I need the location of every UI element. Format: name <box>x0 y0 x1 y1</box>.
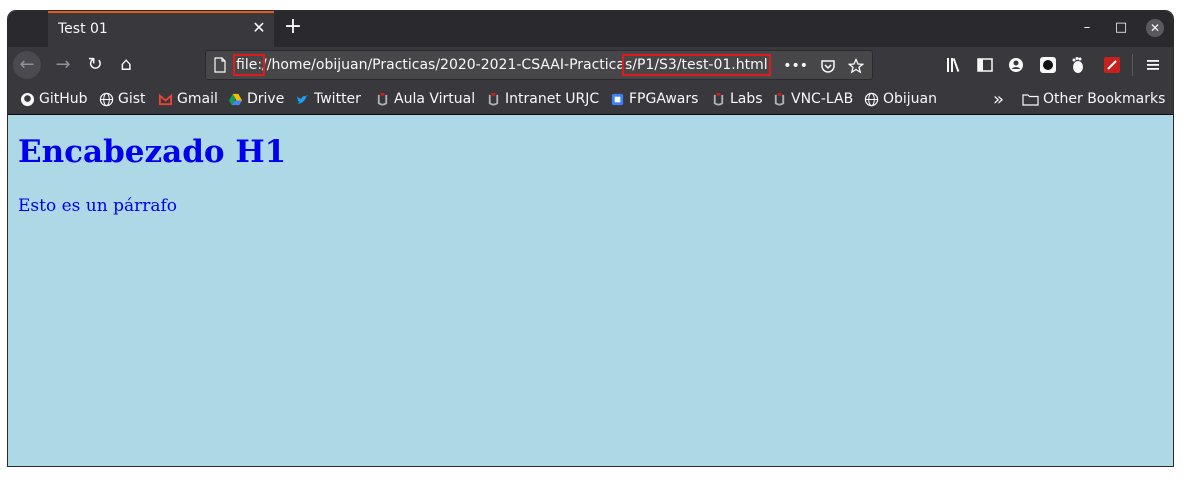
close-window-button[interactable]: ✕ <box>1146 19 1164 37</box>
bookmark-gist[interactable]: Gist <box>99 89 146 109</box>
url-scheme-highlight: file: <box>232 54 266 76</box>
bookmark-twitter[interactable]: Twitter <box>295 89 361 109</box>
twitter-icon <box>295 92 310 107</box>
tab-strip: Test 01 ✕ + – □ ✕ <box>8 11 1173 47</box>
page-heading: Encabezado H1 <box>18 134 287 170</box>
new-tab-button[interactable]: + <box>282 16 304 38</box>
bookmark-label: Aula Virtual <box>394 91 476 107</box>
bookmark-label: Gmail <box>177 91 218 107</box>
globe-icon <box>864 92 879 107</box>
home-button[interactable]: ⌂ <box>112 51 140 79</box>
gmail-icon <box>158 92 173 107</box>
url-actions: ••• <box>783 56 864 76</box>
pocket-icon[interactable] <box>820 58 836 74</box>
url-text[interactable]: file://home/obijuan/Practicas/2020-2021-… <box>232 54 771 76</box>
navigation-toolbar: ← → ↻ ⌂ file://home/obijuan/Practicas/20… <box>8 47 1173 83</box>
urjc-icon <box>486 92 501 107</box>
url-file-highlight: s/P1/S3/test-01.html <box>621 54 771 76</box>
bookmark-labs[interactable]: Labs <box>711 89 763 109</box>
bookmark-fpgawars[interactable]: FPGAwars <box>610 89 698 109</box>
github-icon <box>20 92 35 107</box>
bookmark-label: Labs <box>730 91 763 107</box>
reload-button[interactable]: ↻ <box>81 51 109 79</box>
urjc-icon <box>375 92 390 107</box>
sidebar-icon[interactable] <box>973 53 997 77</box>
minimize-button[interactable]: – <box>1079 20 1095 36</box>
other-bookmarks[interactable]: Other Bookmarks <box>1022 89 1165 109</box>
account-icon[interactable] <box>1004 53 1028 77</box>
bookmark-intranet-urjc[interactable]: Intranet URJC <box>486 89 599 109</box>
other-bookmarks-label: Other Bookmarks <box>1043 91 1166 107</box>
urjc-icon <box>711 92 726 107</box>
bookmarks-toolbar: GitHub Gist Gmail Drive Twitter Aula Vir <box>8 83 1173 115</box>
url-bar[interactable]: file://home/obijuan/Practicas/2020-2021-… <box>205 50 873 80</box>
bookmark-gmail[interactable]: Gmail <box>158 89 218 109</box>
globe-icon <box>99 92 114 107</box>
github-extension-icon[interactable] <box>1036 53 1060 77</box>
drive-icon <box>228 92 243 107</box>
maximize-button[interactable]: □ <box>1113 20 1129 36</box>
bookmark-vnc-lab[interactable]: VNC-LAB <box>772 89 853 109</box>
page-icon <box>214 57 226 73</box>
extension-red-icon[interactable] <box>1100 53 1124 77</box>
bookmark-label: VNC-LAB <box>791 91 854 107</box>
bookmark-aula-virtual[interactable]: Aula Virtual <box>375 89 475 109</box>
bookmark-label: Intranet URJC <box>505 91 600 107</box>
page-actions-icon[interactable]: ••• <box>783 58 808 74</box>
bookmark-drive[interactable]: Drive <box>228 89 284 109</box>
library-icon[interactable] <box>942 53 966 77</box>
hamburger-menu-icon[interactable] <box>1141 53 1165 77</box>
bookmark-label: Twitter <box>314 91 361 107</box>
tab-close-icon[interactable]: ✕ <box>250 19 268 37</box>
browser-window: Test 01 ✕ + – □ ✕ ← → ↻ ⌂ file://home/ob… <box>8 11 1173 466</box>
page-content: Encabezado H1 Esto es un párrafo <box>8 115 1173 466</box>
bookmarks-overflow-button[interactable]: » <box>993 89 1004 110</box>
tab-title: Test 01 <box>58 21 108 37</box>
bookmark-label: Obijuan <box>883 91 938 107</box>
tab-test-01[interactable]: Test 01 ✕ <box>48 11 274 47</box>
bookmark-label: Gist <box>118 91 146 107</box>
bookmark-github[interactable]: GitHub <box>20 89 88 109</box>
gnome-extension-icon[interactable] <box>1066 53 1090 77</box>
forward-button[interactable]: → <box>49 51 77 79</box>
back-button[interactable]: ← <box>13 51 41 79</box>
bookmark-star-icon[interactable] <box>848 58 864 74</box>
bookmark-label: GitHub <box>39 91 88 107</box>
url-path: //home/obijuan/Practicas/2020-2021-CSAAI… <box>262 57 625 73</box>
page-paragraph: Esto es un párrafo <box>18 196 178 216</box>
urjc-icon <box>772 92 787 107</box>
folder-icon <box>1022 92 1039 107</box>
fpgawars-icon <box>610 92 625 107</box>
toolbar-separator <box>1132 54 1133 76</box>
bookmark-label: FPGAwars <box>629 91 699 107</box>
bookmark-label: Drive <box>247 91 285 107</box>
bookmark-obijuan[interactable]: Obijuan <box>864 89 937 109</box>
